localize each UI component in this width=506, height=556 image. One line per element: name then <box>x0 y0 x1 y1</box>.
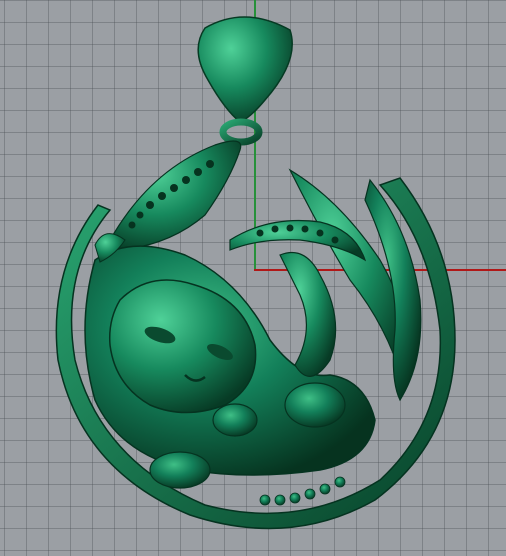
bail-loop <box>219 118 263 146</box>
3d-viewport[interactable] <box>0 0 506 556</box>
pendant-model[interactable] <box>0 0 506 556</box>
cat-paw-left <box>212 403 258 437</box>
bottom-beads <box>259 476 346 506</box>
cat-tail <box>279 251 337 377</box>
bail <box>197 16 293 123</box>
upper-leaf <box>109 140 242 251</box>
cat-hind-paw <box>149 451 211 489</box>
cat-paw-right <box>284 382 346 428</box>
